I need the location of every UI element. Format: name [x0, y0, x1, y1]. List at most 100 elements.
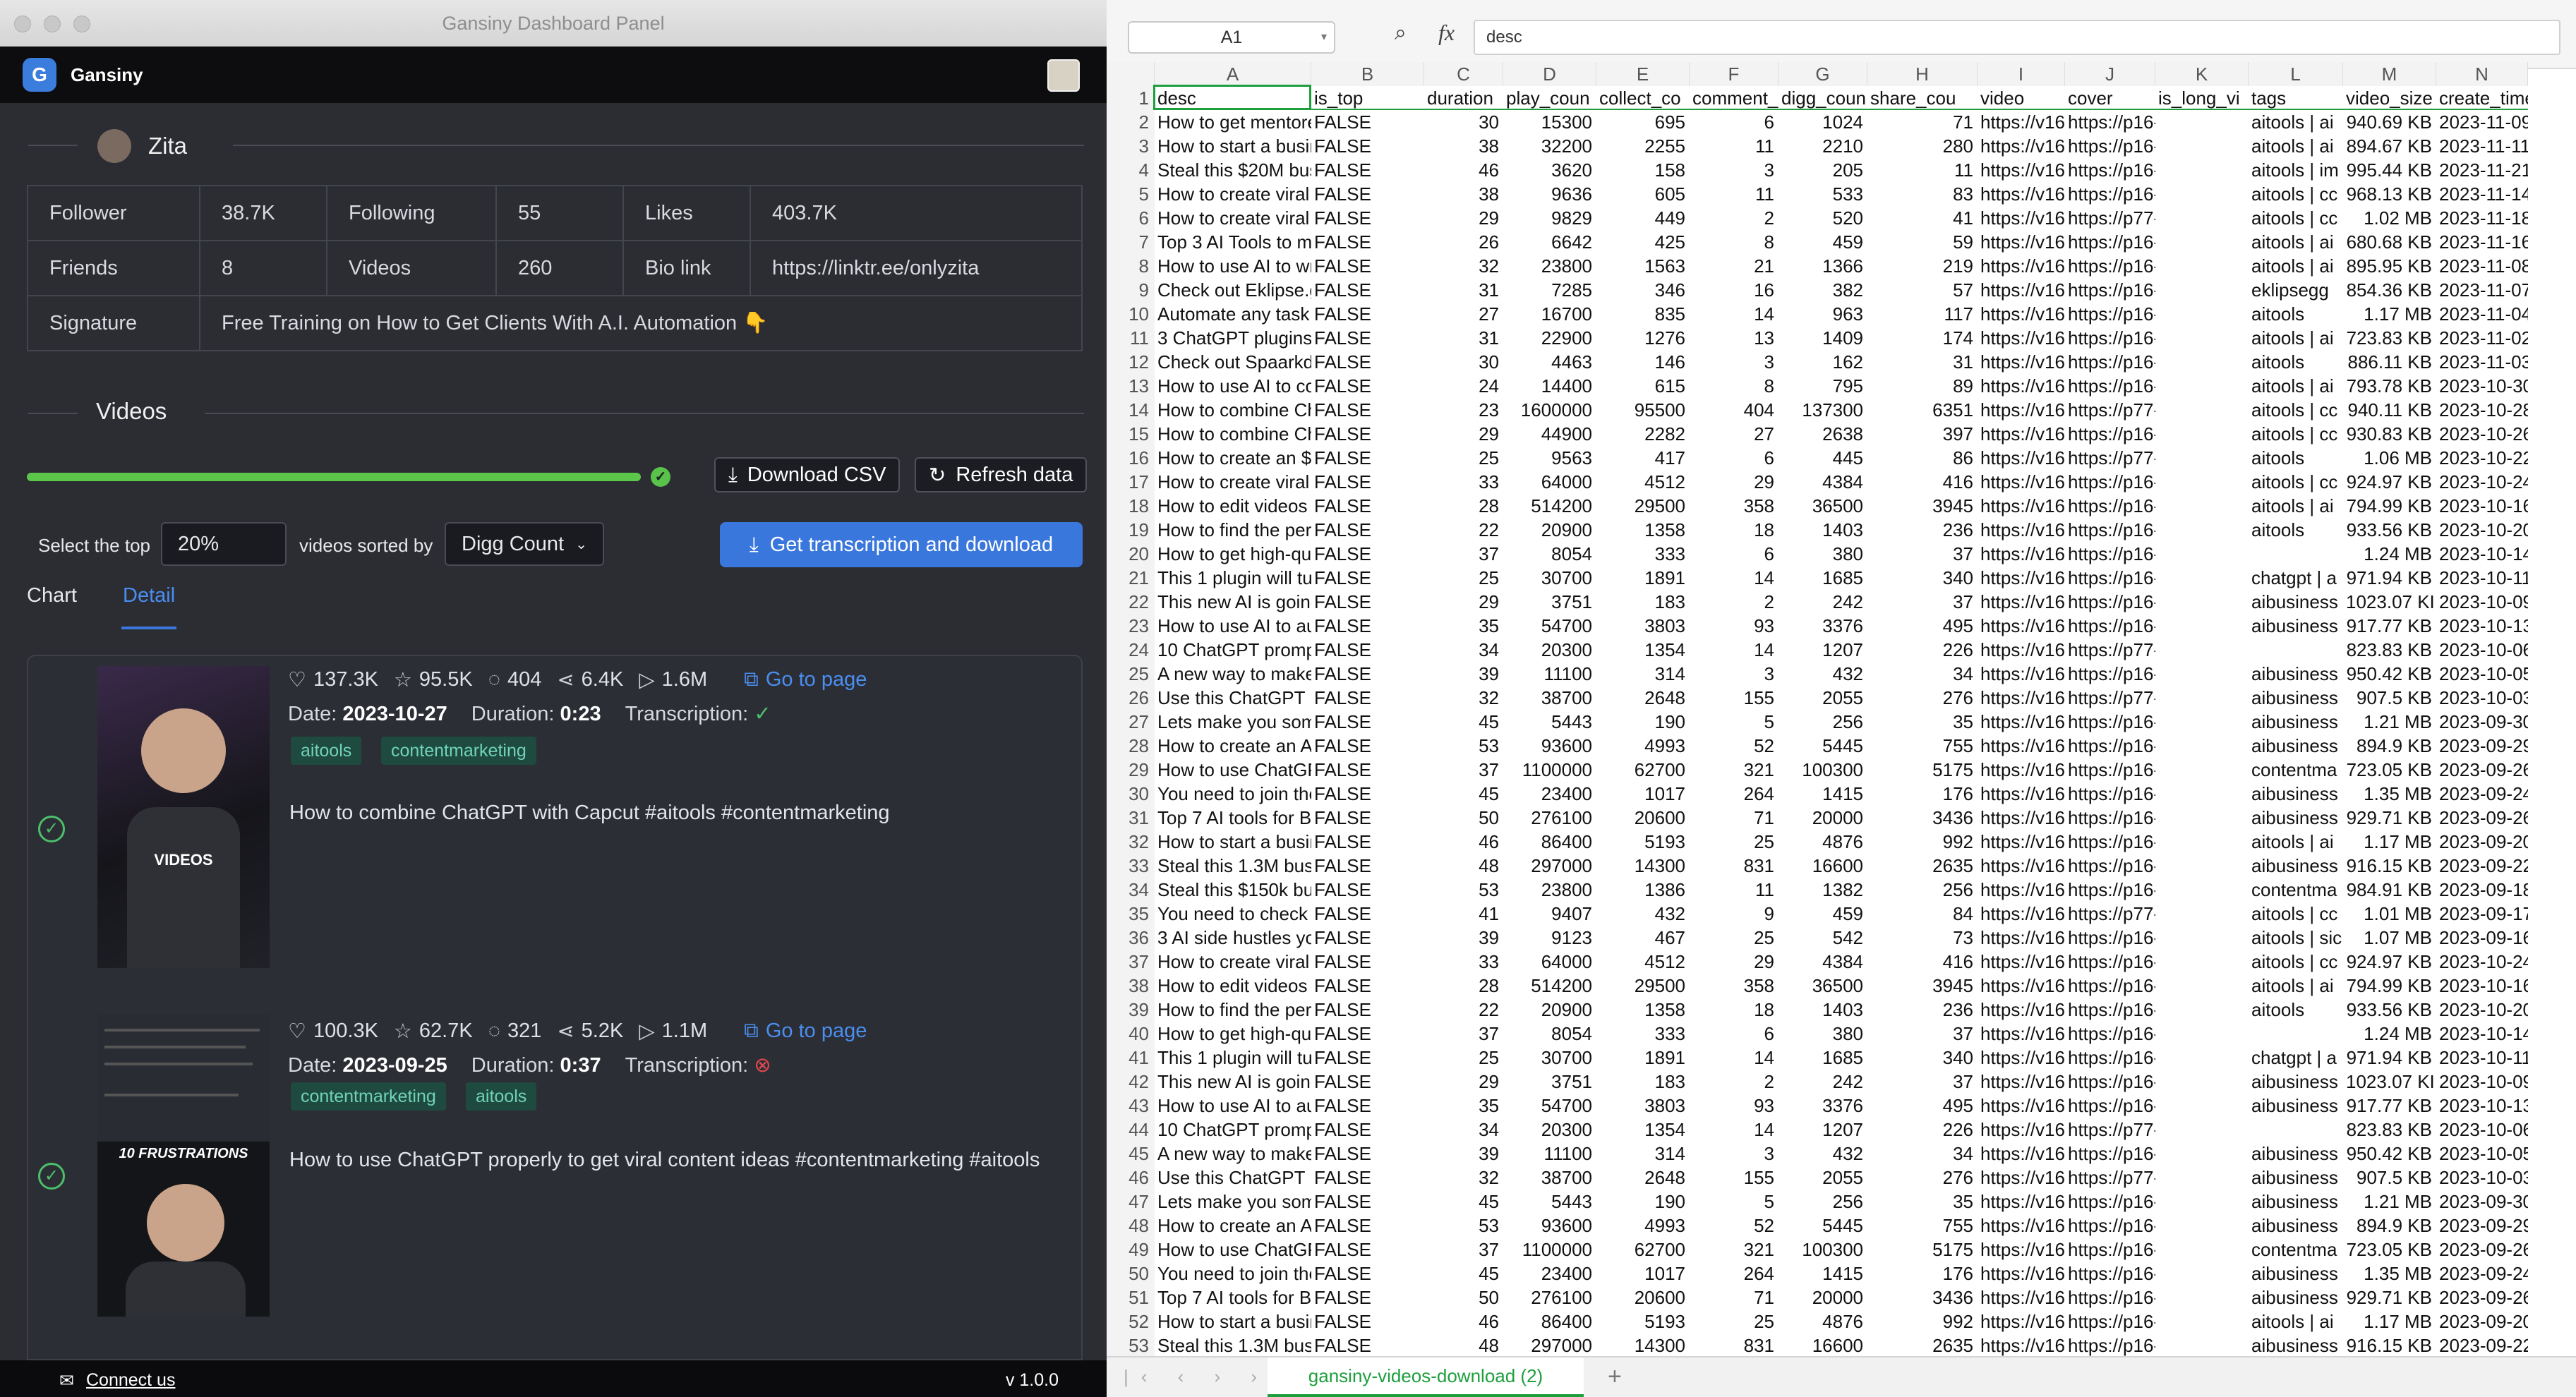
sheet-cell[interactable]: https://p16-sign-va.til	[2065, 350, 2155, 374]
sheet-cell[interactable]: 29	[1424, 1070, 1503, 1094]
sheet-cell[interactable]: 64000	[1503, 470, 1596, 494]
sheet-cell[interactable]	[2155, 830, 2249, 854]
sheet-cell[interactable]	[2155, 758, 2249, 782]
sheet-cell[interactable]: 20600	[1596, 806, 1690, 830]
sheet-cell[interactable]: 25	[1424, 446, 1503, 470]
sheet-cell[interactable]: 2023-10-05	[2436, 662, 2528, 686]
sheet-cell[interactable]	[2155, 470, 2249, 494]
sheet-cell[interactable]: 20900	[1503, 998, 1596, 1022]
sheet-cell[interactable]: 11	[1867, 158, 1978, 182]
sheet-cell[interactable]	[2155, 302, 2249, 326]
row-header[interactable]: 34	[1107, 878, 1155, 902]
sheet-cell[interactable]: aibusiness	[2249, 1214, 2343, 1238]
sheet-cell[interactable]: 6	[1690, 1022, 1778, 1046]
sheet-cell[interactable]: 459	[1778, 230, 1867, 254]
sheet-cell[interactable]: 9636	[1503, 182, 1596, 206]
sheet-cell[interactable]: aitools | ai	[2249, 326, 2343, 350]
sheet-cell[interactable]: 2023-11-18	[2436, 206, 2528, 230]
row-header[interactable]: 26	[1107, 686, 1155, 710]
sheet-cell[interactable]: https://p16-sign-va.til	[2065, 926, 2155, 950]
sheet-cell[interactable]: https://p77-sign-va.til	[2065, 398, 2155, 422]
sheet-cell[interactable]: Steal this $150k bus	[1155, 878, 1311, 902]
sheet-cell[interactable]: 9829	[1503, 206, 1596, 230]
sheet-cell[interactable]: 5175	[1867, 758, 1978, 782]
sheet-cell[interactable]: 10 ChatGPT prompt	[1155, 1118, 1311, 1142]
sheet-cell[interactable]: https://p16-sign-va.til	[2065, 950, 2155, 974]
sheet-cell[interactable]: 895.95 KB	[2343, 254, 2436, 278]
sheet-cell[interactable]	[2249, 542, 2343, 566]
sheet-cell[interactable]: 459	[1778, 902, 1867, 926]
sheet-cell[interactable]: https://p16-sign-va.til	[2065, 1238, 2155, 1262]
sheet-cell[interactable]: 37	[1424, 542, 1503, 566]
sheet-cell[interactable]: 5443	[1503, 1190, 1596, 1214]
sheet-cell[interactable]: How to start a busin	[1155, 1310, 1311, 1334]
sheet-cell[interactable]: 48	[1424, 854, 1503, 878]
sheet-cell[interactable]: https://p77-sign-va.til	[2065, 1166, 2155, 1190]
row-header[interactable]: 19	[1107, 518, 1155, 542]
header-cell[interactable]: collect_co	[1596, 86, 1690, 110]
sheet-cell[interactable]: 831	[1690, 854, 1778, 878]
sheet-cell[interactable]: 2023-11-08	[2436, 254, 2528, 278]
sheet-cell[interactable]	[2155, 206, 2249, 230]
sheet-cell[interactable]: 45	[1424, 782, 1503, 806]
sheet-cell[interactable]: 2023-11-11	[2436, 134, 2528, 158]
sheet-cell[interactable]: How to create an $1	[1155, 446, 1311, 470]
sheet-cell[interactable]: A new way to make	[1155, 1142, 1311, 1166]
sheet-cell[interactable]: 416	[1867, 470, 1978, 494]
select-check-icon[interactable]: ✓	[38, 816, 65, 842]
sheet-cell[interactable]: FALSE	[1311, 1022, 1424, 1046]
sheet-cell[interactable]: 793.78 KB	[2343, 374, 2436, 398]
sort-select[interactable]: Digg Count ⌄	[445, 522, 604, 566]
sheet-cell[interactable]: aibusiness	[2249, 1094, 2343, 1118]
sheet-cell[interactable]: https://v16	[1978, 1190, 2065, 1214]
sheet-cell[interactable]: 5	[1690, 1190, 1778, 1214]
sheet-cell[interactable]: 425	[1596, 230, 1690, 254]
sheet-cell[interactable]: FALSE	[1311, 926, 1424, 950]
sheet-cell[interactable]: 34	[1867, 1142, 1978, 1166]
sheet-cell[interactable]	[2155, 326, 2249, 350]
sheet-cell[interactable]: 1017	[1596, 782, 1690, 806]
sheet-cell[interactable]: 14	[1690, 1118, 1778, 1142]
sheet-cell[interactable]: 894.9 KB	[2343, 1214, 2436, 1238]
sheet-cell[interactable]: https://v16	[1978, 974, 2065, 998]
sheet-cell[interactable]: 84	[1867, 902, 1978, 926]
sheet-cell[interactable]: Steal this 1.3M busir	[1155, 1334, 1311, 1357]
sheet-cell[interactable]: 176	[1867, 782, 1978, 806]
sheet-cell[interactable]: https://p16-sign-va.til	[2065, 734, 2155, 758]
sheet-cell[interactable]: 276	[1867, 686, 1978, 710]
video-thumbnail[interactable]: 10 FRUSTRATIONS	[97, 1015, 270, 1317]
sheet-cell[interactable]: 2023-09-17	[2436, 902, 2528, 926]
sheet-cell[interactable]: 3376	[1778, 1094, 1867, 1118]
sheet-cell[interactable]: 29	[1424, 206, 1503, 230]
row-header[interactable]: 40	[1107, 1022, 1155, 1046]
sheet-cell[interactable]: How to combine Cha	[1155, 398, 1311, 422]
sheet-cell[interactable]: https://p16-sign-va.til	[2065, 974, 2155, 998]
sheet-cell[interactable]: How to start a busin	[1155, 830, 1311, 854]
sheet-cell[interactable]: aitools | cc	[2249, 422, 2343, 446]
sheet-cell[interactable]	[2155, 662, 2249, 686]
sheet-cell[interactable]: FALSE	[1311, 710, 1424, 734]
sheet-cell[interactable]: 950.42 KB	[2343, 1142, 2436, 1166]
sheet-cell[interactable]: aitools	[2249, 518, 2343, 542]
sheet-cell[interactable]: FALSE	[1311, 1166, 1424, 1190]
sheet-cell[interactable]: FALSE	[1311, 1310, 1424, 1334]
sheet-cell[interactable]: 29	[1424, 422, 1503, 446]
sheet-cell[interactable]: https://v16	[1978, 758, 2065, 782]
sheet-cell[interactable]: 2023-10-20	[2436, 998, 2528, 1022]
sheet-cell[interactable]: 2255	[1596, 134, 1690, 158]
sheet-cell[interactable]: 14400	[1503, 374, 1596, 398]
sheet-cell[interactable]: 4384	[1778, 470, 1867, 494]
sheet-cell[interactable]: https://v16	[1978, 1070, 2065, 1094]
row-header[interactable]: 22	[1107, 590, 1155, 614]
sheet-cell[interactable]: Top 7 AI tools for Bu	[1155, 806, 1311, 830]
sheet-cell[interactable]: 2648	[1596, 686, 1690, 710]
sheet-cell[interactable]: 2023-09-22	[2436, 1334, 2528, 1357]
sheet-cell[interactable]: 36500	[1778, 974, 1867, 998]
sheet-cell[interactable]: 155	[1690, 1166, 1778, 1190]
sheet-cell[interactable]: 23800	[1503, 254, 1596, 278]
sheet-cell[interactable]: 380	[1778, 542, 1867, 566]
sheet-cell[interactable]: 968.13 KB	[2343, 182, 2436, 206]
sheet-cell[interactable]: 2023-11-21	[2436, 158, 2528, 182]
row-header[interactable]: 17	[1107, 470, 1155, 494]
row-header[interactable]: 28	[1107, 734, 1155, 758]
